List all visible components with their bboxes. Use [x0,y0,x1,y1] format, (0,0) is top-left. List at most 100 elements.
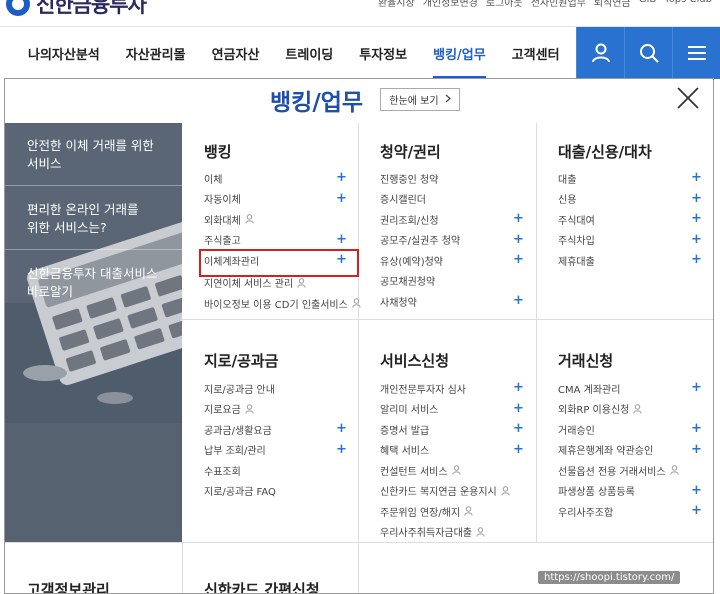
menu-item-service[interactable]: 신한카드 복지연금 운용지시 [380,484,510,498]
plus-icon[interactable]: + [513,212,524,226]
menu-item-subscription[interactable]: 진행중인 청약 [380,171,438,186]
menu-item-subscription[interactable]: 공모채권청약 [380,274,435,288]
menu-item-loan[interactable]: 제휴대출 [558,253,595,268]
menu-item-service[interactable]: 알리미 서비스 [380,402,438,416]
menu-item-trade[interactable]: 외화RP 이용신청 [558,402,643,416]
menu-item-giro[interactable]: 수표조회 [204,463,241,478]
plus-icon[interactable]: + [691,483,702,498]
nav-item-asset-mall[interactable]: 자산관리몰 [126,27,186,79]
plus-icon[interactable]: + [513,232,524,247]
side-promo-loan-service[interactable]: 신한금융투자 대출서비스 바로알기 [27,265,177,301]
util-link[interactable]: 개인정보변경 [423,0,478,9]
menu-item-giro[interactable]: 지로/공과금 안내 [204,381,275,396]
menu-item-loan[interactable]: 대출 [558,171,576,186]
menu-item-trade[interactable]: 우리사주조합 [558,504,613,519]
plus-icon[interactable]: + [336,171,347,185]
plus-icon[interactable]: + [336,232,347,247]
menu-item-giro[interactable]: 지로요금 [204,402,254,416]
menu-item-service[interactable]: 개인전문투자자 심사 [380,381,466,396]
menu-item-subscription[interactable]: 유상(예약)청약 [380,253,443,268]
menu-item-loan[interactable]: 신용 [558,192,576,206]
section-title-service[interactable]: 서비스신청 [380,350,449,371]
menu-item-giro[interactable]: 납부 조회/관리 [204,443,266,457]
login-required-icon [476,526,485,537]
menu-item-trade[interactable]: 선물옵션 전용 거래서비스 [558,463,679,478]
menu-item-giro[interactable]: 공과금/생활요금 [204,422,272,437]
divider [5,185,182,186]
plus-icon[interactable]: + [513,422,524,436]
plus-icon[interactable]: + [691,253,702,267]
menu-item-subscription[interactable]: 공모주/실권주 청약 [380,233,460,247]
util-link[interactable]: GIB [639,0,657,9]
section-title-banking[interactable]: 뱅킹 [204,141,232,162]
close-icon[interactable] [675,85,703,113]
plus-icon[interactable]: + [691,504,702,518]
plus-icon[interactable]: + [336,253,347,267]
search-icon[interactable] [624,27,672,79]
util-link[interactable]: 전자민원업무 [531,0,586,9]
section-title-loan[interactable]: 대출/신용/대차 [558,141,652,162]
menu-item-loan[interactable]: 주식대여 [558,212,595,227]
nav-item-invest-info[interactable]: 투자정보 [359,27,407,79]
menu-item-banking[interactable]: 바이오정보 이용 CD기 인출서비스 [204,296,361,311]
plus-icon[interactable]: + [691,171,702,185]
menu-item-banking[interactable]: 주식출고 [204,233,241,247]
util-link[interactable]: Tops Club [664,0,712,9]
menu-item-giro[interactable]: 지로/공과금 FAQ [204,484,276,498]
menu-icon[interactable] [672,27,720,79]
menu-item-banking[interactable]: 이체 [204,171,223,186]
side-promo-online-service[interactable]: 편리한 온라인 거래를 위한 서비스는? [27,201,177,237]
plus-icon[interactable]: + [336,442,347,457]
plus-icon[interactable]: + [691,381,702,395]
plus-icon[interactable]: + [513,442,524,457]
menu-item-banking[interactable]: 외화대체 [204,212,254,227]
brand-logo[interactable]: 신한금융투자 [6,0,147,18]
section-title-trade[interactable]: 거래신청 [558,350,613,371]
nav-item-trading[interactable]: 트레이딩 [285,27,333,79]
menu-item-loan[interactable]: 주식차입 [558,233,595,247]
plus-icon[interactable]: + [691,442,702,457]
plus-icon[interactable]: + [336,191,347,206]
menu-item-trade[interactable]: CMA 계좌관리 [558,381,621,396]
section-title-subscription[interactable]: 청약/권리 [380,141,441,162]
nav-item-customer-center[interactable]: 고객센터 [512,27,560,79]
nav-item-pension[interactable]: 연금자산 [212,27,260,79]
menu-item-trade[interactable]: 거래승인 [558,422,595,437]
menu-item-trade[interactable]: 제휴은행계좌 약관승인 [558,443,653,457]
plus-icon[interactable]: + [691,212,702,226]
plus-icon[interactable]: + [691,191,702,206]
section-title-card-apply[interactable]: 신한카드 간편신청 [204,579,320,593]
menu-item-label: 이체 [204,174,223,186]
menu-item-subscription[interactable]: 권리조회/신청 [380,212,439,227]
menu-item-trade[interactable]: 파생상품 상품등록 [558,484,635,498]
plus-icon[interactable]: + [691,422,702,436]
side-promo-transfer-security[interactable]: 안전한 이체 거래를 위한 서비스 [27,137,177,173]
util-link[interactable]: 환율시장 [378,0,415,9]
nav-item-asset-analysis[interactable]: 나의자산분석 [28,27,100,79]
menu-item-service[interactable]: 우리사주취득자금대출 [380,525,485,539]
plus-icon[interactable]: + [513,401,524,416]
plus-icon[interactable]: + [513,253,524,267]
menu-item-banking[interactable]: 지연이체 서비스 관리 [204,276,306,290]
menu-item-service[interactable]: 혜택 서비스 [380,443,429,457]
menu-item-service[interactable]: 증명서 발급 [380,422,429,437]
section-title-giro[interactable]: 지로/공과금 [204,350,278,371]
menu-item-banking[interactable]: 자동이체 [204,192,241,206]
menu-item-service[interactable]: 컨설턴트 서비스 [380,463,461,478]
view-at-a-glance-button[interactable]: 한눈에 보기 [380,88,460,111]
menu-item-service[interactable]: 주문위임 연장/해지 [380,504,473,519]
menu-item-subscription[interactable]: 사채청약 [380,294,417,309]
plus-icon[interactable]: + [336,422,347,436]
menu-item-subscription[interactable]: 증시캘린더 [380,192,426,206]
menu-item-label: CMA 계좌관리 [558,384,621,396]
util-link[interactable]: 퇴직연금 [594,0,631,9]
section-title-customer-info[interactable]: 고객정보관리 [27,579,110,593]
user-icon[interactable] [576,27,624,79]
menu-item-banking[interactable]: 이체계좌관리 [204,253,259,268]
plus-icon[interactable]: + [513,294,524,308]
login-required-icon [501,485,510,496]
util-link[interactable]: 로그아웃 [486,0,523,9]
nav-item-banking[interactable]: 뱅킹/업무 [433,27,486,79]
plus-icon[interactable]: + [513,381,524,395]
plus-icon[interactable]: + [691,232,702,247]
